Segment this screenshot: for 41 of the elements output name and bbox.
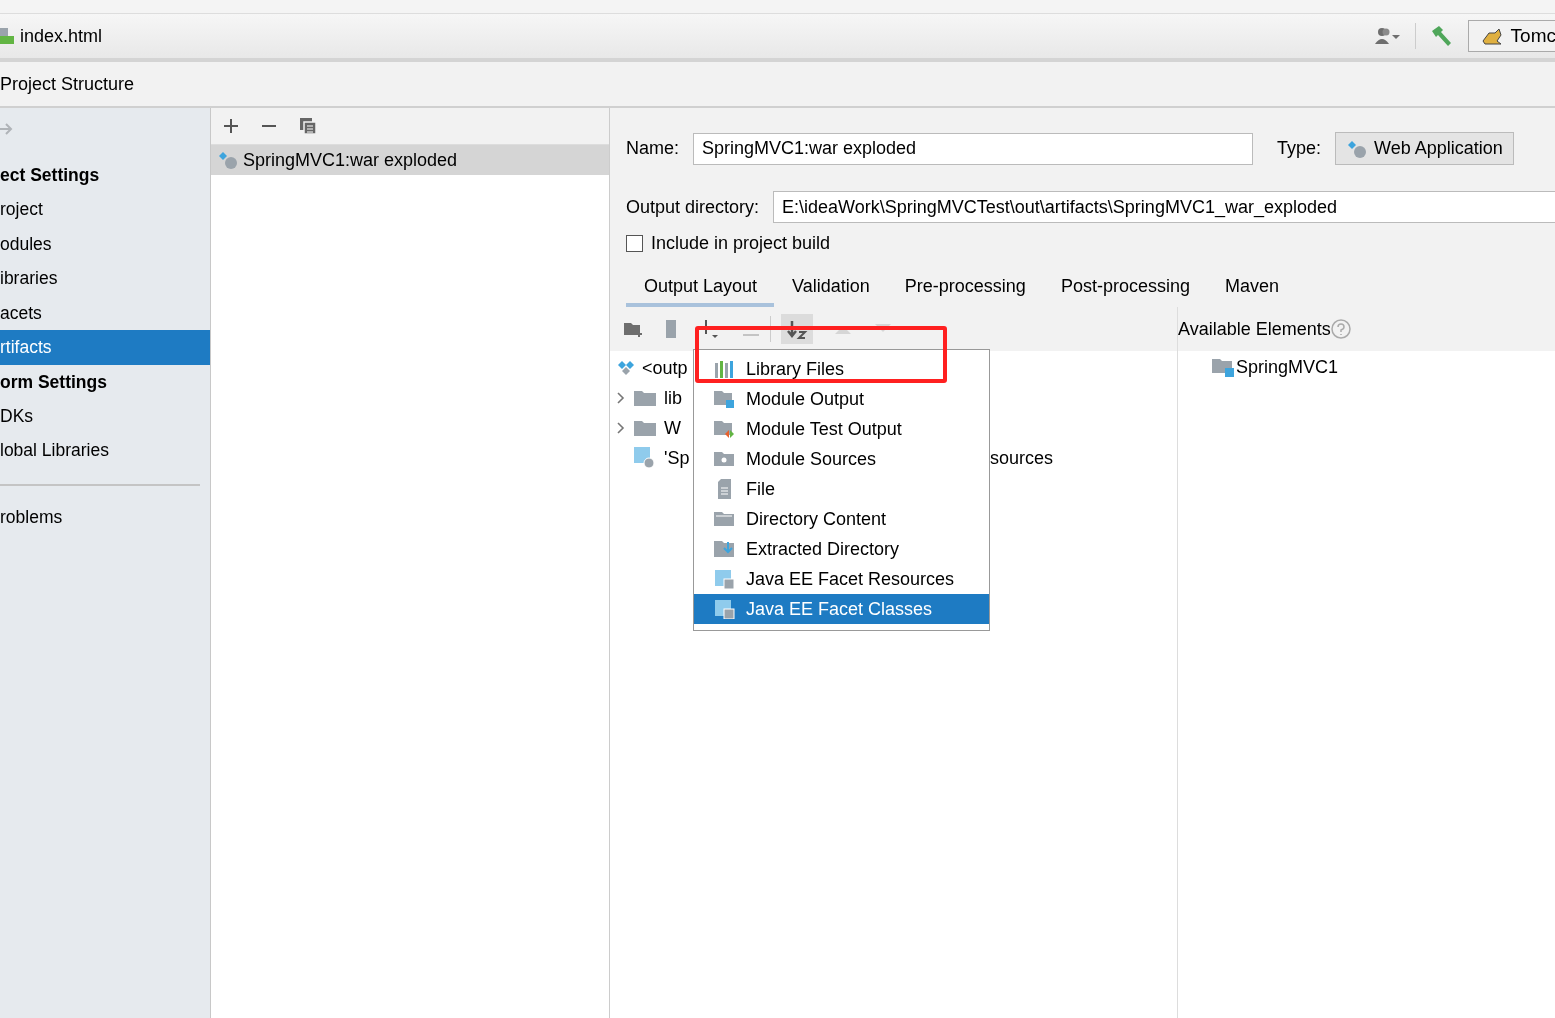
sidebar-item[interactable]: odules bbox=[0, 226, 210, 261]
name-label: Name: bbox=[626, 138, 679, 159]
tab[interactable]: Maven bbox=[1206, 270, 1296, 307]
artifact-item[interactable]: SpringMVC1:war exploded bbox=[211, 145, 609, 175]
menu-item[interactable]: Extracted Directory bbox=[694, 534, 989, 564]
sidebar-item[interactable]: roject bbox=[0, 192, 210, 227]
tree-item[interactable]: W bbox=[664, 417, 681, 439]
output-directory-field[interactable]: E:\ideaWork\SpringMVCTest\out\artifacts\SpringMVC1_war_exploded bbox=[773, 191, 1555, 223]
type-label: Type: bbox=[1277, 138, 1322, 159]
window-title: Project Structure bbox=[0, 73, 135, 95]
name-field[interactable]: SpringMVC1:war exploded bbox=[693, 132, 1253, 165]
menu-item[interactable]: Java EE Facet Resources bbox=[694, 564, 989, 594]
run-config-button[interactable]: Tomc bbox=[1467, 20, 1555, 52]
tab[interactable]: Validation bbox=[774, 270, 887, 307]
sidebar-item[interactable]: rtifacts bbox=[0, 330, 210, 365]
sidebar-item[interactable]: acets bbox=[0, 295, 210, 330]
available-elements-title: Available Elements bbox=[1178, 318, 1331, 340]
tree-item-end: sources bbox=[990, 447, 1054, 469]
sidebar-item[interactable]: ibraries bbox=[0, 261, 210, 296]
menu-item[interactable]: File bbox=[694, 474, 989, 504]
output-directory-label: Output directory: bbox=[626, 196, 760, 218]
editor-tab-title[interactable]: index.html bbox=[20, 25, 103, 47]
menu-item[interactable]: Module Sources bbox=[694, 444, 989, 474]
sidebar-item[interactable]: roblems bbox=[0, 499, 210, 534]
menu-item[interactable]: Module Test Output bbox=[694, 414, 989, 444]
menu-item[interactable]: Library Files bbox=[694, 354, 989, 384]
tree-item[interactable]: <outp bbox=[642, 357, 688, 379]
sidebar-item[interactable]: lobal Libraries bbox=[0, 433, 210, 468]
menu-item[interactable]: Directory Content bbox=[694, 504, 989, 534]
menu-item[interactable]: Module Output bbox=[694, 384, 989, 414]
tab[interactable]: Pre-processing bbox=[886, 270, 1043, 307]
tree-item[interactable]: lib bbox=[664, 387, 682, 409]
menu-item[interactable]: Java EE Facet Classes bbox=[694, 594, 989, 624]
sidebar-item[interactable]: DKs bbox=[0, 398, 210, 433]
include-label[interactable]: Include in project build bbox=[651, 233, 831, 254]
tree-item[interactable]: 'Sp bbox=[664, 447, 690, 469]
type-button[interactable]: Web Application bbox=[1335, 132, 1514, 165]
tab[interactable]: Post-processing bbox=[1042, 270, 1207, 307]
sidebar-section-header: orm Settings bbox=[0, 370, 108, 394]
available-element-item[interactable]: SpringMVC1 bbox=[1236, 356, 1339, 378]
sidebar-section-header: ect Settings bbox=[0, 164, 101, 187]
